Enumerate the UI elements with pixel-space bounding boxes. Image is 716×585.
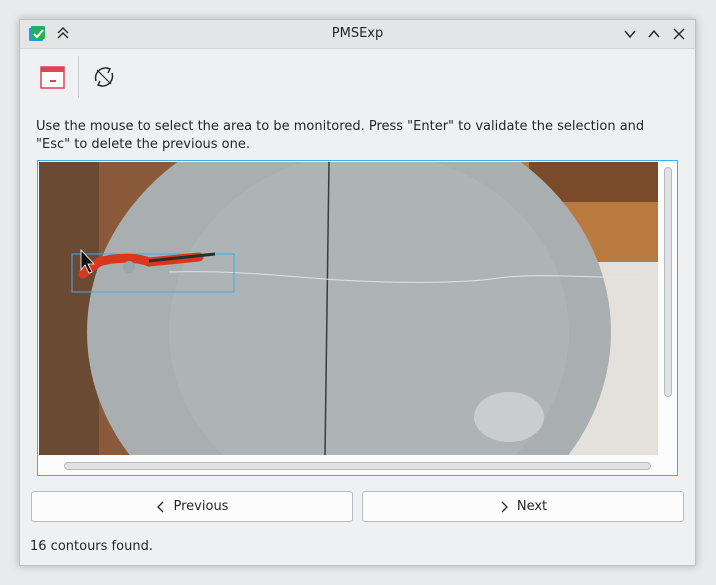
next-label: Next (516, 499, 548, 514)
chevron-right-icon (501, 501, 508, 512)
next-button[interactable]: Next (362, 491, 684, 522)
minimize-icon[interactable] (623, 27, 637, 41)
instructions-text: Use the mouse to select the area to be m… (36, 119, 645, 152)
horizontal-scrollbar[interactable] (64, 462, 651, 470)
camera-image[interactable] (39, 162, 658, 455)
chevron-left-icon (156, 501, 163, 512)
app-window: PMSExp Use the mouse to select the area … (19, 19, 696, 566)
camera-viewer[interactable] (37, 160, 678, 476)
refresh-icon[interactable] (89, 62, 119, 92)
previous-label: Previous (173, 499, 229, 514)
previous-button[interactable]: Previous (31, 491, 353, 522)
close-icon[interactable] (672, 27, 686, 41)
status-text: 16 contours found. (30, 539, 153, 554)
toolbar-separator (78, 56, 79, 98)
vertical-scrollbar[interactable] (664, 167, 672, 397)
maximize-icon[interactable] (647, 27, 661, 41)
title-bar: PMSExp (20, 20, 695, 49)
calendar-icon[interactable] (38, 62, 68, 92)
window-title: PMSExp (331, 26, 384, 41)
